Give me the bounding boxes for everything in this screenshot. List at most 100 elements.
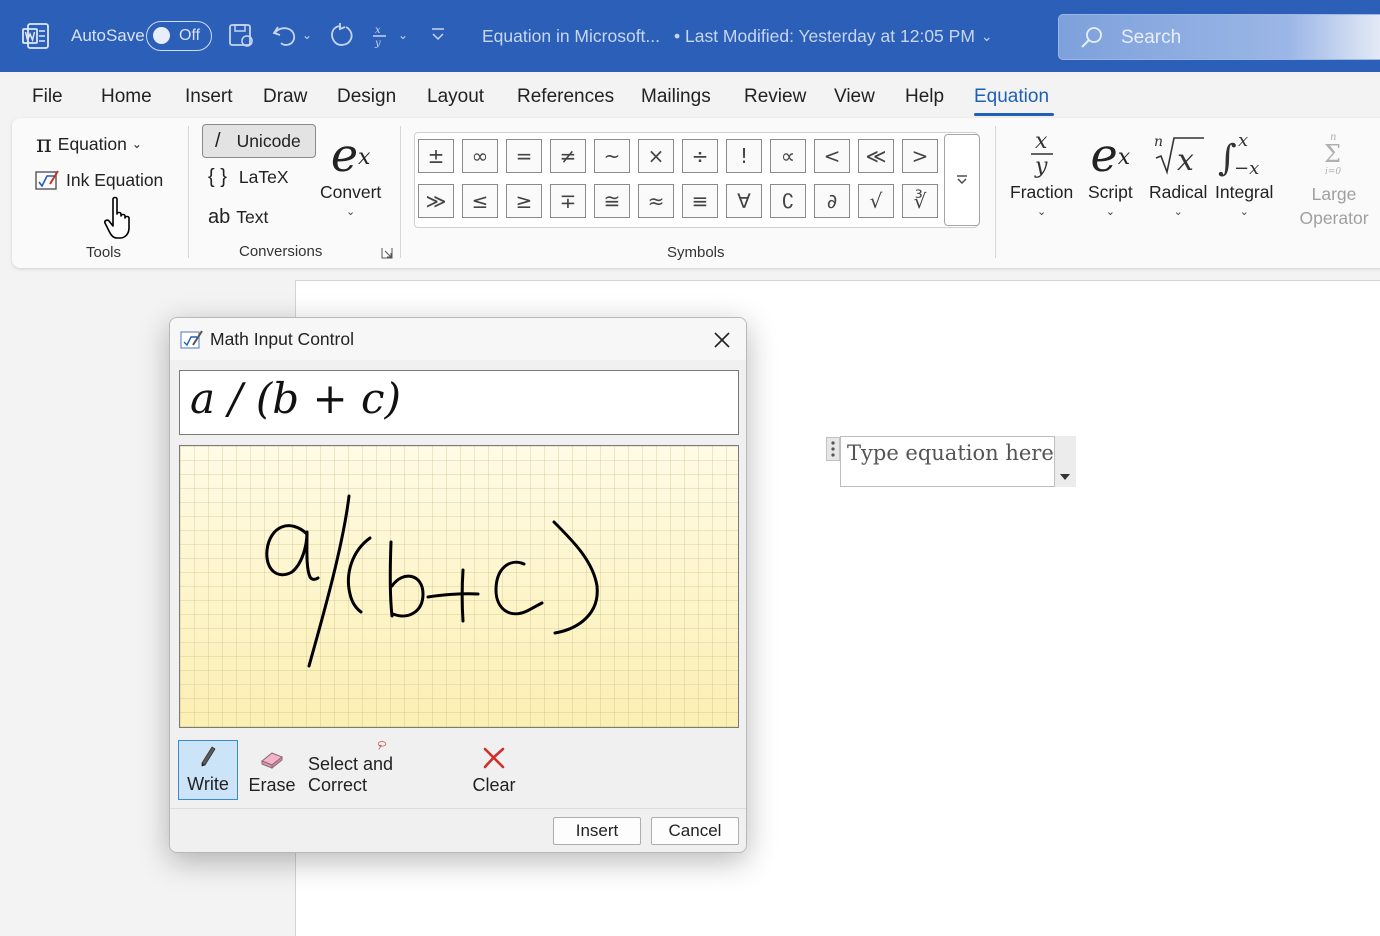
symbol-proportional[interactable]: ∝ (770, 139, 806, 173)
equation-options-button[interactable] (1054, 436, 1076, 487)
symbol-plus-minus[interactable]: ± (418, 139, 454, 173)
menu-insert[interactable]: Insert (185, 86, 233, 108)
clear-tool-button[interactable]: Clear (464, 740, 524, 800)
slash-icon: / (215, 129, 221, 152)
menu-file[interactable]: File (32, 86, 63, 108)
svg-text:Σ: Σ (1324, 140, 1341, 168)
convert-button[interactable]: ex Convert ⌄ (320, 126, 381, 218)
symbol-equals[interactable]: = (506, 139, 542, 173)
ribbon: π Equation ⌄ Ink Equation Tools / Unicod… (12, 118, 1380, 268)
insert-equation-icon[interactable]: xy (366, 20, 396, 52)
menu-design[interactable]: Design (337, 86, 396, 108)
symbol-times[interactable]: × (638, 139, 674, 173)
symbol-square-root[interactable]: √ (858, 184, 894, 218)
handwriting-canvas[interactable] (179, 445, 739, 728)
document-title[interactable]: Equation in Microsoft... • Last Modified… (482, 26, 993, 47)
menu-draw[interactable]: Draw (263, 86, 307, 108)
menu-references[interactable]: References (517, 86, 614, 108)
ab-icon: ab (208, 206, 231, 228)
radical-label: Radical (1149, 182, 1208, 202)
symbols-more-button[interactable] (944, 134, 980, 226)
autosave-toggle[interactable]: Off (146, 21, 212, 51)
handwriting-strokes (265, 494, 599, 668)
divider (400, 126, 401, 258)
save-icon[interactable] (226, 20, 256, 52)
toggle-knob (153, 27, 170, 44)
equation-button[interactable]: π Equation ⌄ (36, 130, 142, 158)
insert-button[interactable]: Insert (553, 817, 641, 845)
symbol-less-equal[interactable]: ≤ (462, 184, 498, 218)
symbol-for-all[interactable]: ∀ (726, 184, 762, 218)
dialog-footer: Insert Cancel (170, 808, 746, 852)
dialog-titlebar[interactable]: Math Input Control (170, 318, 746, 360)
dialog-launcher-icon[interactable] (381, 246, 393, 264)
menu-help[interactable]: Help (905, 86, 944, 108)
menu-layout[interactable]: Layout (427, 86, 484, 108)
svg-text:y: y (374, 38, 381, 49)
customize-toolbar-icon[interactable] (430, 26, 446, 44)
svg-text:x: x (1177, 143, 1194, 178)
autosave-label: AutoSave (71, 26, 145, 45)
erase-tool-button[interactable]: Erase (242, 740, 302, 800)
symbol-infinity[interactable]: ∞ (462, 139, 498, 173)
divider (995, 126, 996, 258)
menu-mailings[interactable]: Mailings (641, 86, 711, 108)
write-tool-button[interactable]: Write (178, 740, 238, 800)
menu-view[interactable]: View (834, 86, 875, 108)
script-label: Script (1088, 182, 1133, 202)
symbol-minus-plus[interactable]: ∓ (550, 184, 586, 218)
symbol-not-equal[interactable]: ≠ (550, 139, 586, 173)
write-label: Write (187, 774, 229, 794)
symbol-congruent[interactable]: ≅ (594, 184, 630, 218)
symbol-partial[interactable]: ∂ (814, 184, 850, 218)
symbol-complement[interactable]: ∁ (770, 184, 806, 218)
symbol-less-than[interactable]: < (814, 139, 850, 173)
active-tab-indicator (974, 113, 1054, 116)
text-button[interactable]: ab Text (208, 206, 268, 229)
undo-icon[interactable] (270, 20, 300, 52)
script-icon: ex (1090, 128, 1131, 182)
script-button[interactable]: ex Script ⌄ (1088, 126, 1133, 218)
equation-box[interactable]: Type equation here. (840, 436, 1076, 487)
large-operator-button[interactable]: n Σi=0 Large Operator (1295, 126, 1373, 230)
symbol-tilde[interactable]: ~ (594, 139, 630, 173)
symbol-factorial[interactable]: ! (726, 139, 762, 173)
svg-text:i=0: i=0 (1325, 167, 1341, 177)
search-input[interactable]: Search (1058, 14, 1380, 60)
symbol-greater-than[interactable]: > (902, 139, 938, 173)
integral-button[interactable]: ∫ x −x Integral ⌄ (1215, 126, 1273, 218)
autosave-state: Off (179, 27, 201, 44)
unicode-button[interactable]: / Unicode (202, 124, 316, 158)
close-icon[interactable] (710, 328, 734, 352)
symbol-identical[interactable]: ≡ (682, 184, 718, 218)
ink-equation-button[interactable]: Ink Equation (34, 168, 163, 192)
symbol-much-less[interactable]: ≪ (858, 139, 894, 173)
symbol-greater-equal[interactable]: ≥ (506, 184, 542, 218)
preview-expression: a / (b + c) (190, 374, 401, 423)
menu-home[interactable]: Home (101, 86, 152, 108)
symbol-divide[interactable]: ÷ (682, 139, 718, 173)
select-correct-tool-button[interactable]: Select and Correct (308, 740, 456, 800)
equation-dropdown-icon[interactable]: ⌄ (398, 28, 408, 42)
symbol-approx[interactable]: ≈ (638, 184, 674, 218)
redo-icon[interactable] (326, 20, 356, 52)
undo-dropdown-icon[interactable]: ⌄ (302, 28, 312, 42)
divider (188, 126, 189, 258)
fraction-button[interactable]: xy Fraction ⌄ (1010, 126, 1073, 218)
menu-equation[interactable]: Equation (974, 86, 1049, 108)
radical-chevron-icon: ⌄ (1173, 206, 1183, 218)
conversions-group-label: Conversions (239, 243, 323, 260)
svg-text:n: n (1154, 134, 1163, 150)
menu-review[interactable]: Review (744, 86, 806, 108)
symbol-cube-root[interactable]: ∛ (902, 184, 938, 218)
cancel-button[interactable]: Cancel (651, 817, 739, 845)
radical-button[interactable]: nx Radical ⌄ (1149, 126, 1207, 218)
equation-handle-icon[interactable] (826, 437, 840, 461)
eraser-icon (261, 752, 283, 770)
latex-button[interactable]: { } LaTeX (208, 166, 289, 189)
radical-icon: nx (1154, 134, 1205, 178)
symbol-much-greater[interactable]: ≫ (418, 184, 454, 218)
braces-icon: { } (208, 166, 227, 188)
symbols-group-label: Symbols (667, 244, 725, 261)
fraction-icon: xy (1030, 129, 1053, 179)
